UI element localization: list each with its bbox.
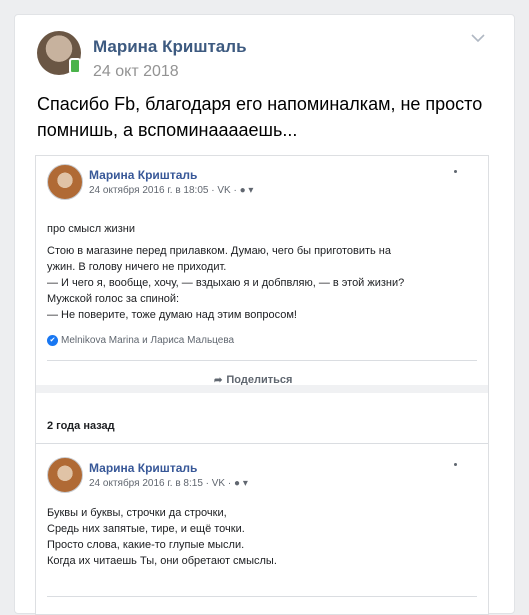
globe-icon: ● bbox=[239, 185, 246, 196]
section-divider bbox=[36, 385, 488, 393]
more-options-icon bbox=[454, 463, 457, 466]
embed-line: про смысл жизни bbox=[47, 223, 135, 235]
chevron-down-icon[interactable] bbox=[471, 33, 485, 43]
embed-meta-text: 24 октября 2016 г. в 18:05 · VK · bbox=[89, 185, 237, 196]
caret-down-icon: ▾ bbox=[242, 478, 248, 489]
embed-line: — Не поверите, тоже думаю над этим вопро… bbox=[47, 309, 297, 321]
embedded-facebook-image[interactable]: Марина Кришталь 24 октября 2016 г. в 18:… bbox=[35, 155, 489, 615]
globe-icon: ● bbox=[234, 478, 241, 489]
like-icon: ✔ bbox=[47, 335, 58, 346]
post-card: Марина Кришталь 24 окт 2018 Спасибо Fb, … bbox=[14, 14, 515, 615]
divider bbox=[47, 596, 477, 597]
embed-line: Буквы и буквы, строчки да строчки, bbox=[47, 507, 227, 519]
more-options-icon bbox=[454, 170, 457, 173]
author-name[interactable]: Марина Кришталь bbox=[93, 37, 247, 57]
embed-author-name: Марина Кришталь bbox=[89, 461, 198, 475]
embed-meta-text: 24 октября 2016 г. в 8:15 · VK · bbox=[89, 478, 232, 489]
embed-line: Когда их читаешь Ты, они обретают смыслы… bbox=[47, 555, 277, 567]
embed-line: Мужской голос за спиной: bbox=[47, 293, 180, 305]
caret-down-icon: ▾ bbox=[248, 185, 254, 196]
likes-names: Melnikova Marina и Лариса Мальцева bbox=[61, 335, 235, 346]
embed-author-name: Марина Кришталь bbox=[89, 168, 198, 182]
online-mobile-icon bbox=[69, 58, 81, 74]
embed-line: Средь них запятые, тире, и ещё точки. bbox=[47, 523, 245, 535]
embed-post-meta: 24 октября 2016 г. в 8:15 · VK · ● ▾ bbox=[89, 478, 248, 489]
embed-line: Стою в магазине перед прилавком. Думаю, … bbox=[47, 245, 392, 257]
embed-post-meta: 24 октября 2016 г. в 18:05 · VK · ● ▾ bbox=[89, 185, 253, 196]
embed-avatar bbox=[47, 164, 83, 200]
post-text: Спасибо Fb, благодаря его напоминалкам, … bbox=[37, 94, 483, 140]
divider bbox=[36, 443, 488, 444]
embed-avatar bbox=[47, 457, 83, 493]
embed-line: Просто слова, какие-то глупые мысли. bbox=[47, 539, 245, 551]
time-ago-heading: 2 года назад bbox=[47, 420, 115, 432]
divider bbox=[47, 360, 477, 361]
post-date[interactable]: 24 окт 2018 bbox=[93, 63, 179, 81]
embed-line: — И чего я, вообще, хочу, — вздыхаю я и … bbox=[47, 277, 405, 289]
embed-line: ужин. В голову ничего не приходит. bbox=[47, 261, 227, 273]
share-icon: ➦ bbox=[214, 374, 223, 386]
likes-row: ✔ Melnikova Marina и Лариса Мальцева bbox=[47, 335, 234, 346]
